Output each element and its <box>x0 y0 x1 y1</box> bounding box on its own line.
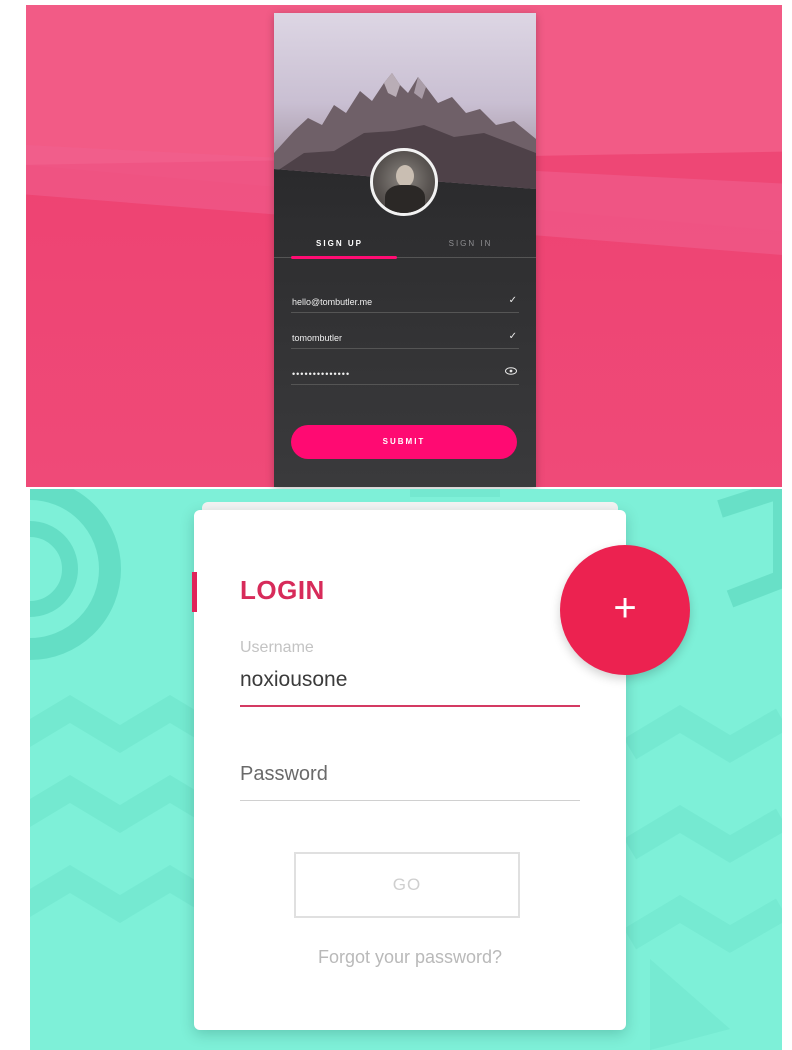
avatar-body <box>385 185 425 213</box>
email-field[interactable]: hello@tombutler.me ✓ <box>291 286 519 313</box>
title-accent-bar <box>192 572 197 612</box>
password-input[interactable]: Password <box>240 763 328 786</box>
username-input[interactable]: noxiousone <box>240 668 347 692</box>
username-label: Username <box>240 639 314 656</box>
submit-button[interactable]: SUBMIT <box>291 425 517 459</box>
forgot-password-link[interactable]: Forgot your password? <box>240 947 580 968</box>
avatar-head <box>396 165 414 187</box>
email-value: hello@tombutler.me <box>292 297 373 307</box>
teal-background-panel: LOGIN + Username noxiousone Password GO … <box>30 489 782 1050</box>
active-tab-indicator <box>291 256 397 259</box>
profile-avatar[interactable] <box>370 148 438 216</box>
eye-icon[interactable] <box>505 367 517 378</box>
username-value: tomombutler <box>292 333 343 343</box>
plus-icon: + <box>613 586 637 630</box>
password-field[interactable]: •••••••••••••• <box>291 358 519 385</box>
password-underline <box>240 800 580 801</box>
login-title: LOGIN <box>240 575 325 605</box>
add-fab-button[interactable]: + <box>560 545 690 675</box>
signup-phone-screen: SIGN UP SIGN IN hello@tombutler.me ✓ tom… <box>274 13 536 487</box>
tab-sign-in[interactable]: SIGN IN <box>405 239 536 248</box>
tab-sign-up[interactable]: SIGN UP <box>274 239 405 248</box>
username-field[interactable]: tomombutler ✓ <box>291 322 519 349</box>
check-icon: ✓ <box>508 331 517 342</box>
check-icon: ✓ <box>508 295 517 306</box>
password-value: •••••••••••••• <box>292 369 351 379</box>
username-underline <box>240 705 580 707</box>
go-button[interactable]: GO <box>294 852 520 918</box>
